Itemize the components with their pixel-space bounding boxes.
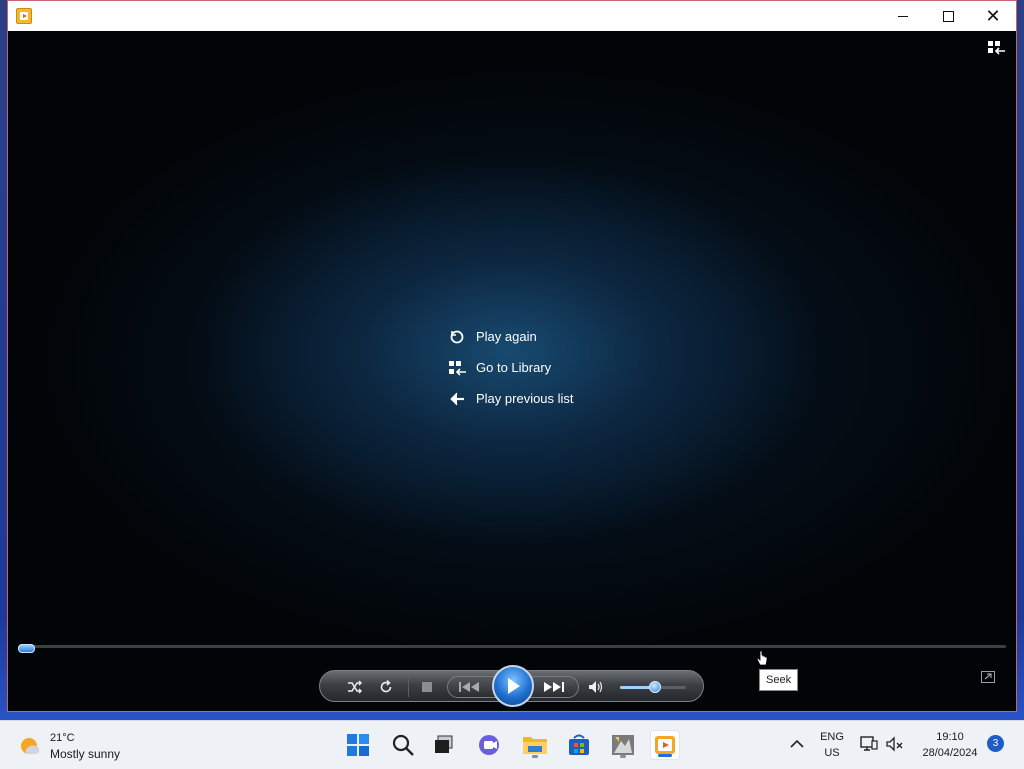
notification-badge[interactable]: 3: [987, 735, 1004, 752]
volume-icon: [589, 681, 603, 693]
next-icon: [544, 682, 564, 692]
network-icon[interactable]: [860, 735, 878, 753]
end-of-playback-menu: Play again Go to Library Play previous l…: [448, 321, 574, 414]
minimize-button[interactable]: [880, 1, 926, 31]
seek-tooltip: Seek: [759, 669, 799, 691]
store-icon: [569, 734, 589, 755]
stop-icon: [422, 682, 432, 692]
shuffle-button[interactable]: [344, 677, 366, 697]
search-button[interactable]: [388, 730, 418, 760]
replay-icon: [450, 330, 464, 343]
weather-temperature: 21°C: [50, 732, 75, 744]
chevron-up-icon[interactable]: [790, 739, 804, 749]
windows-start-icon: [347, 734, 369, 756]
keyboard-layout: US: [824, 747, 840, 759]
play-icon: [508, 678, 520, 694]
date: 28/04/2024: [922, 747, 978, 759]
play-button[interactable]: [492, 665, 534, 707]
back-arrow-icon: [450, 392, 464, 405]
maximize-button[interactable]: [925, 1, 971, 31]
library-icon: [449, 360, 466, 376]
title-bar[interactable]: ✕: [8, 1, 1016, 31]
video-call-icon: [479, 735, 499, 755]
video-area[interactable]: Play again Go to Library Play previous l…: [8, 31, 1016, 711]
mute-button[interactable]: [586, 677, 606, 697]
running-indicator: [620, 755, 626, 758]
time: 19:10: [936, 731, 964, 743]
media-player-window: ✕ Play again Go to Library Play previous…: [7, 0, 1017, 712]
weather-sun-icon: [21, 738, 40, 754]
go-to-library-label: Go to Library: [476, 360, 552, 375]
volume-thumb[interactable]: [649, 681, 661, 693]
play-previous-list-item[interactable]: Play previous list: [448, 383, 574, 414]
seek-bar[interactable]: [20, 645, 1006, 648]
running-indicator: [532, 755, 538, 758]
media-player-icon: [655, 736, 675, 754]
seek-thumb[interactable]: [18, 644, 35, 653]
start-button[interactable]: [343, 730, 373, 760]
go-to-library-item[interactable]: Go to Library: [448, 352, 574, 383]
language-indicator[interactable]: ENG US: [815, 729, 849, 761]
close-button[interactable]: ✕: [970, 1, 1016, 31]
search-icon: [392, 734, 414, 756]
store-button[interactable]: [564, 730, 594, 760]
speaker-muted-icon[interactable]: [886, 735, 904, 753]
weather-condition: Mostly sunny: [50, 747, 121, 761]
play-again-item[interactable]: Play again: [448, 321, 574, 352]
repeat-button[interactable]: [375, 677, 397, 697]
next-button[interactable]: [540, 677, 568, 697]
taskbar: 21°C Mostly sunny ENG US 19:10 28/04/202…: [0, 720, 1024, 769]
playback-controls: [319, 665, 704, 707]
hand-cursor-icon: [756, 650, 768, 666]
task-view-icon: [435, 735, 453, 753]
media-player-icon: [16, 8, 32, 24]
switch-to-library-icon[interactable]: [988, 41, 1006, 55]
meet-button[interactable]: [475, 730, 505, 760]
divider: [408, 677, 409, 697]
active-indicator: [658, 754, 672, 757]
stop-button[interactable]: [417, 677, 437, 697]
close-icon: ✕: [985, 6, 1001, 26]
app-icon: [612, 735, 634, 755]
language-code: ENG: [820, 731, 844, 743]
media-player-taskbar-button[interactable]: [650, 730, 680, 760]
shuffle-icon: [348, 680, 362, 694]
file-explorer-button[interactable]: [520, 730, 550, 760]
previous-button[interactable]: [456, 677, 484, 697]
minimize-icon: [898, 15, 908, 17]
weather-widget[interactable]: 21°C Mostly sunny: [18, 730, 120, 762]
maximize-icon: [942, 10, 954, 22]
play-again-label: Play again: [476, 329, 537, 344]
app-button[interactable]: [608, 730, 638, 760]
folder-icon: [523, 737, 547, 754]
task-view-button[interactable]: [429, 730, 459, 760]
repeat-icon: [380, 680, 392, 693]
previous-icon: [459, 682, 479, 692]
play-previous-list-label: Play previous list: [476, 391, 574, 406]
clock[interactable]: 19:10 28/04/2024: [913, 729, 987, 761]
fullscreen-icon[interactable]: [981, 671, 995, 683]
